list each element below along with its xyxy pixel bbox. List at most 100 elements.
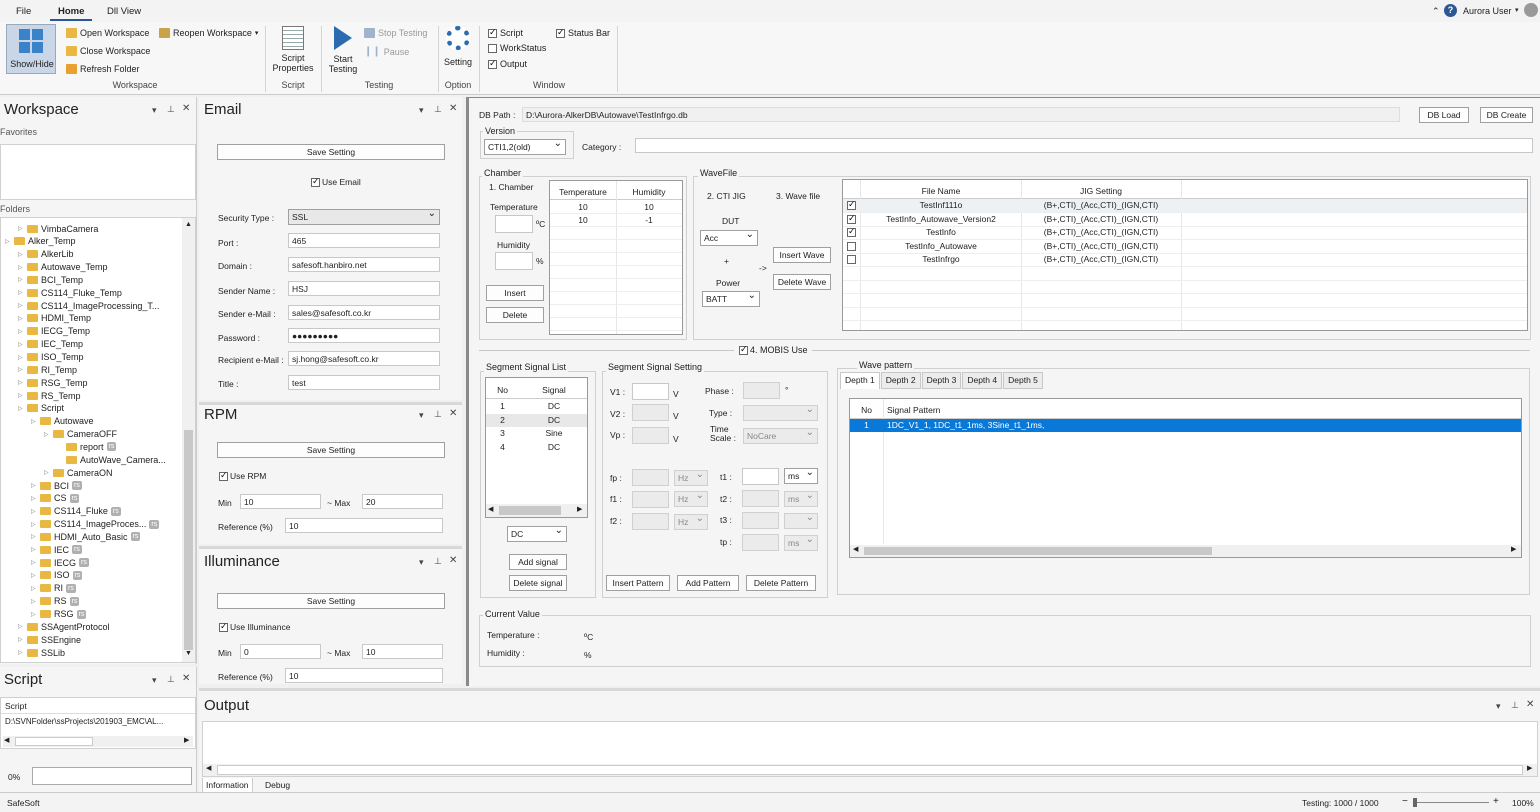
expand-arrow-icon[interactable]: ▷ (31, 546, 40, 553)
tree-item[interactable]: ▷ AlkerLib (1, 248, 74, 261)
chamber-insert-button[interactable]: Insert (486, 285, 544, 301)
close-icon[interactable]: ✕ (449, 408, 457, 419)
tab-depth-5[interactable]: Depth 5 (1003, 372, 1043, 389)
expand-arrow-icon[interactable]: ▷ (18, 302, 27, 309)
folder-tree[interactable]: ▷ VimbaCamera ▷ Alker_Temp ▷ AlkerLib ▷ Autowav… (0, 217, 196, 663)
pin-icon[interactable]: ⊥ (167, 104, 175, 115)
table-row[interactable]: 4 DC (486, 441, 587, 454)
scroll-right-icon[interactable]: ▶ (1511, 545, 1516, 553)
expand-arrow-icon[interactable]: ▷ (31, 521, 40, 528)
tree-item[interactable]: ▷ HDMI_Auto_Basic rs (1, 530, 141, 543)
delete-wave-button[interactable]: Delete Wave (773, 274, 831, 290)
tree-item[interactable]: ▷ RS_Temp (1, 389, 81, 402)
tree-item[interactable]: ▷ SSLib (1, 646, 65, 659)
scroll-down-icon[interactable]: ▼ (185, 650, 192, 657)
tree-item[interactable]: ▷ VimbaCamera (1, 222, 98, 235)
rpm-reference-field[interactable]: 10 (285, 518, 443, 533)
horizontal-scrollbar[interactable]: ◀ ▶ (3, 736, 193, 747)
scroll-left-icon[interactable]: ◀ (488, 505, 493, 513)
dut-select[interactable]: Acc (700, 229, 758, 246)
wave-pattern-table[interactable]: No Signal Pattern 1 1DC_V1_1, 1DC_t1_1ms,… (849, 398, 1522, 558)
close-icon[interactable]: ✕ (449, 555, 457, 566)
tree-item[interactable]: report rs (1, 440, 117, 453)
expand-arrow-icon[interactable]: ▷ (18, 225, 27, 232)
zoom-slider-thumb[interactable] (1413, 798, 1417, 807)
zoom-slider[interactable] (1413, 802, 1489, 803)
sender-email-field[interactable]: sales@safesoft.co.kr (288, 305, 440, 320)
script-list[interactable]: Script D:\SVNFolder\ssProjects\201903_EM… (0, 697, 196, 749)
script-path[interactable]: D:\SVNFolder\ssProjects\201903_EMC\AL... (5, 717, 193, 726)
phase-input[interactable] (743, 382, 780, 399)
expand-arrow-icon[interactable]: ▷ (18, 289, 27, 296)
tree-item[interactable]: ▷ Autowave_Temp (1, 261, 108, 274)
tab-depth-2[interactable]: Depth 2 (880, 372, 921, 389)
expand-arrow-icon[interactable]: ▷ (18, 366, 27, 373)
user-menu-chevron-icon[interactable]: ▾ (1515, 6, 1519, 14)
expand-arrow-icon[interactable]: ▷ (31, 598, 40, 605)
version-select[interactable]: CTI1,2(old) (484, 138, 566, 155)
avatar[interactable] (1524, 3, 1538, 17)
expand-arrow-icon[interactable]: ▷ (18, 328, 27, 335)
output-window-toggle[interactable]: Output (488, 58, 527, 69)
signal-type-select[interactable]: DC (507, 525, 567, 542)
output-log[interactable]: ◀ ▶ (202, 721, 1538, 777)
expand-arrow-icon[interactable]: ▷ (31, 611, 40, 618)
help-icon[interactable]: ? (1444, 4, 1457, 17)
collapse-ribbon-icon[interactable]: ⌃ (1432, 6, 1440, 17)
delete-pattern-button[interactable]: Delete Pattern (746, 575, 816, 591)
scroll-right-icon[interactable]: ▶ (577, 505, 582, 513)
scroll-right-icon[interactable]: ▶ (184, 736, 189, 744)
tree-item[interactable]: ▷ BCI_Temp (1, 273, 83, 286)
scroll-left-icon[interactable]: ◀ (853, 545, 858, 553)
horizontal-scrollbar[interactable]: ◀ ▶ (486, 504, 587, 517)
tree-item[interactable]: ▷ CameraOFF (1, 428, 117, 441)
table-row[interactable]: TestInfo_Autowave (B+,CTI)_(Acc,CTI)_(IGN… (843, 240, 1527, 253)
tree-item[interactable]: ▷ CS114_ImageProces... rs (1, 518, 160, 531)
t3-unit-select[interactable] (784, 512, 818, 529)
email-save-setting-button[interactable]: Save Setting (217, 144, 445, 160)
table-row[interactable]: TestInfo (B+,CTI)_(Acc,CTI)_(IGN,CTI) (843, 226, 1527, 239)
t2-input[interactable] (742, 490, 779, 507)
scrollbar-thumb[interactable] (184, 430, 193, 650)
sender-name-field[interactable]: HSJ (288, 281, 440, 296)
tree-item[interactable]: ▷ RI_Temp (1, 363, 77, 376)
t2-unit-select[interactable]: ms (784, 490, 818, 507)
checkbox[interactable] (219, 621, 228, 632)
expand-arrow-icon[interactable]: ▷ (18, 251, 27, 258)
expand-arrow-icon[interactable]: ▷ (18, 315, 27, 322)
horizontal-scrollbar[interactable]: ◀ ▶ (850, 545, 1521, 557)
tree-item[interactable]: ▷ Script (1, 402, 64, 415)
expand-arrow-icon[interactable]: ▷ (31, 572, 40, 579)
tree-item[interactable]: ▷ IEC_Temp (1, 338, 83, 351)
illuminance-min-field[interactable]: 0 (240, 644, 321, 659)
tree-item[interactable]: ▷ IECG rs (1, 556, 89, 569)
tab-debug[interactable]: Debug (261, 778, 294, 793)
illuminance-max-field[interactable]: 10 (362, 644, 443, 659)
row-checkbox[interactable] (847, 213, 856, 224)
close-icon[interactable]: ✕ (449, 103, 457, 114)
tree-item[interactable]: ▷ Autowave (1, 415, 94, 428)
tree-item[interactable]: ▷ ISO rs (1, 569, 83, 582)
expand-arrow-icon[interactable]: ▷ (18, 379, 27, 386)
expand-arrow-icon[interactable]: ▷ (31, 559, 40, 566)
pin-icon[interactable]: ⊥ (434, 409, 442, 420)
open-workspace-button[interactable]: Open Workspace (66, 28, 149, 38)
db-load-button[interactable]: DB Load (1419, 107, 1469, 123)
expand-arrow-icon[interactable]: ▷ (18, 276, 27, 283)
tab-home[interactable]: Home (50, 4, 93, 21)
table-row[interactable]: TestInf111o (B+,CTI)_(Acc,CTI)_(IGN,CTI) (843, 199, 1527, 212)
pin-icon[interactable]: ⊥ (1511, 700, 1519, 711)
panel-menu-chevron-icon[interactable]: ▾ (1496, 701, 1501, 712)
table-row[interactable]: TestInfo_Autowave_Version2 (B+,CTI)_(Acc,… (843, 213, 1527, 226)
panel-menu-chevron-icon[interactable]: ▾ (419, 105, 424, 116)
row-checkbox[interactable] (847, 241, 856, 251)
close-icon[interactable]: ✕ (1526, 699, 1534, 710)
user-name[interactable]: Aurora User (1463, 6, 1512, 16)
panel-menu-chevron-icon[interactable]: ▾ (152, 105, 157, 116)
illuminance-save-setting-button[interactable]: Save Setting (217, 593, 445, 609)
f1-input[interactable] (632, 491, 669, 508)
scrollbar-thumb[interactable] (15, 737, 93, 746)
title-field[interactable]: test (288, 375, 440, 390)
f2-unit-select[interactable]: Hz (674, 513, 708, 530)
tree-item[interactable]: ▷ RS rs (1, 595, 80, 608)
